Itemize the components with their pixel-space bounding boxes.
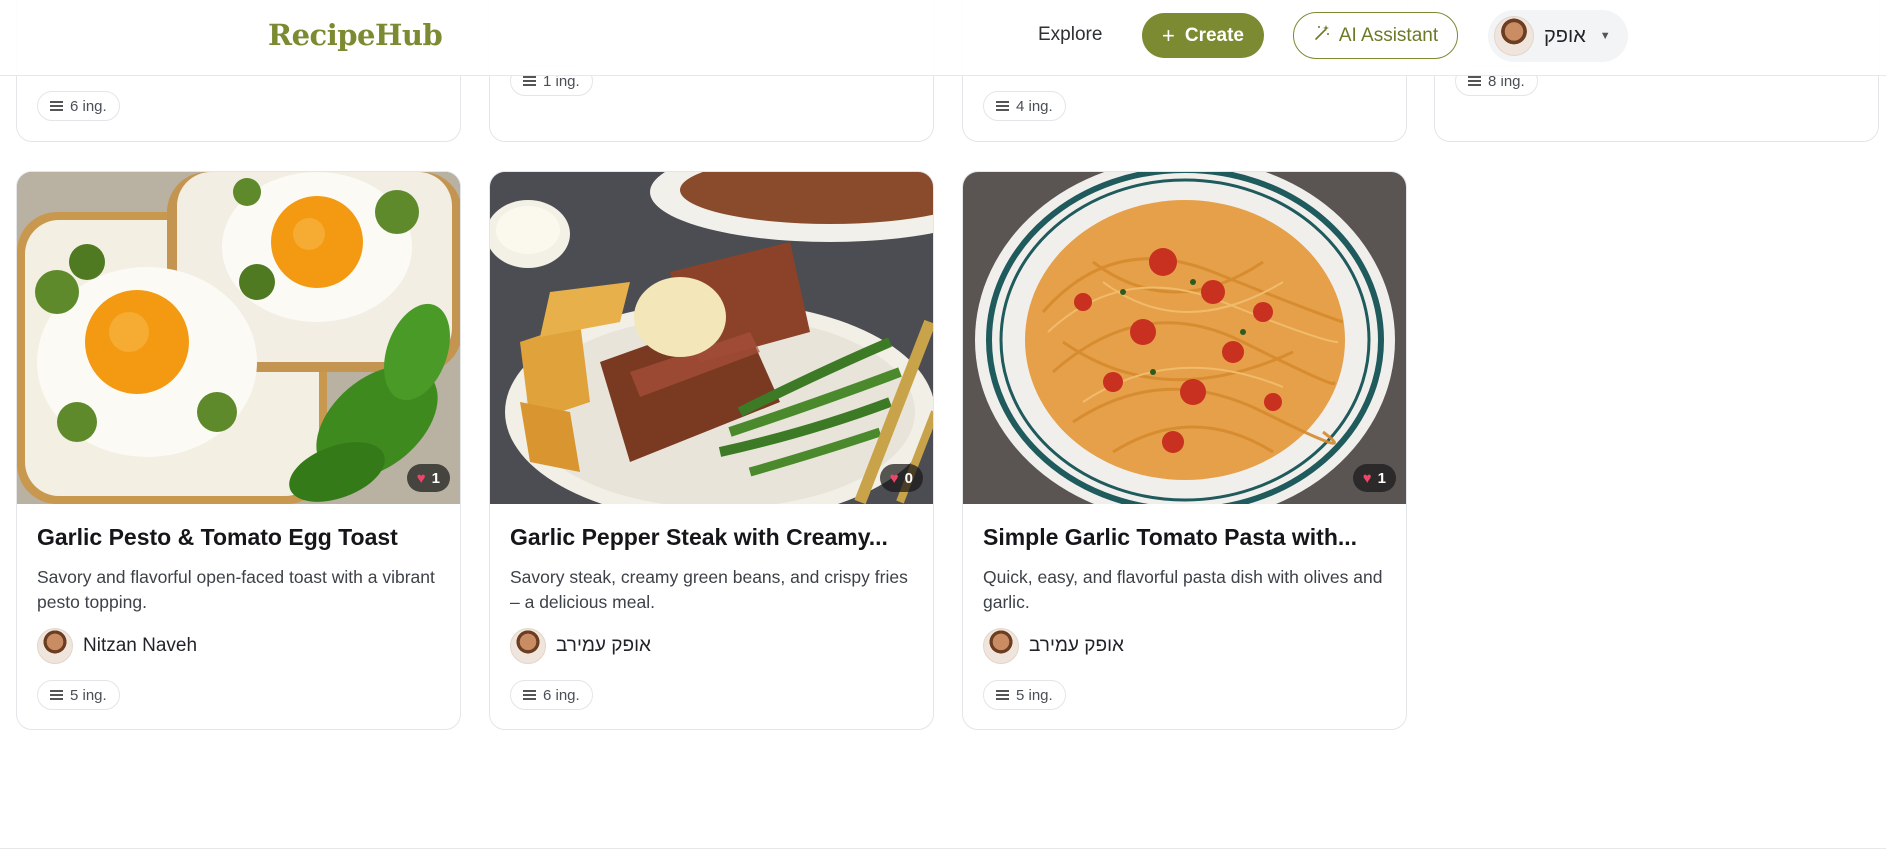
list-icon	[996, 101, 1009, 111]
ingredient-count: 4 ing.	[1016, 97, 1053, 115]
likes-badge[interactable]: ♥ 1	[1352, 464, 1396, 492]
create-button[interactable]: + Create	[1142, 13, 1264, 58]
ai-assistant-label: AI Assistant	[1338, 24, 1439, 46]
recipe-card[interactable]: ♥ 1 Garlic Pesto & Tomato Egg Toast Savo…	[16, 171, 461, 730]
plus-icon: +	[1161, 22, 1175, 48]
recipe-title[interactable]: Garlic Pepper Steak with Creamy...	[510, 524, 917, 551]
user-menu[interactable]: אופק ▼	[1488, 10, 1628, 62]
likes-count: 0	[904, 469, 913, 487]
likes-count: 1	[1377, 469, 1386, 487]
recipe-author[interactable]: Nitzan Naveh	[37, 628, 197, 664]
list-icon	[50, 101, 63, 111]
list-icon	[523, 690, 536, 700]
logo[interactable]: RecipeHub	[268, 18, 443, 52]
recipe-author[interactable]: אופק עמירב	[983, 628, 1124, 664]
recipe-image: ♥ 1	[17, 172, 460, 504]
ingredient-count: 5 ing.	[1016, 686, 1053, 704]
recipe-image: ♥ 0	[490, 172, 933, 504]
recipe-card[interactable]: ♥ 1 Simple Garlic Tomato Pasta with... Q…	[962, 171, 1407, 730]
avatar	[1494, 16, 1534, 56]
list-icon	[523, 76, 536, 86]
list-icon	[50, 690, 63, 700]
ingredient-count-badge: 6 ing.	[510, 680, 593, 710]
ingredient-count-badge: 6 ing.	[37, 91, 120, 121]
avatar	[37, 628, 73, 664]
recipe-title[interactable]: Simple Garlic Tomato Pasta with...	[983, 524, 1390, 551]
list-icon	[996, 690, 1009, 700]
heart-icon: ♥	[416, 469, 426, 487]
author-name: Nitzan Naveh	[83, 635, 198, 656]
ingredient-count-badge: 5 ing.	[37, 680, 120, 710]
sparkle-icon	[1313, 24, 1331, 48]
top-navigation-bar: RecipeHub Explore + Create AI Assistant …	[0, 0, 1886, 76]
user-name: אופק	[1544, 24, 1586, 47]
heart-icon: ♥	[1362, 469, 1372, 487]
recipe-author[interactable]: אופק עמירב	[510, 628, 651, 664]
likes-count: 1	[431, 469, 440, 487]
caret-down-icon: ▼	[1599, 30, 1611, 42]
ai-assistant-button[interactable]: AI Assistant	[1293, 12, 1458, 59]
create-button-label: Create	[1184, 24, 1244, 46]
ingredient-count: 6 ing.	[543, 686, 580, 704]
likes-badge[interactable]: ♥ 1	[406, 464, 450, 492]
recipe-description: Quick, easy, and flavorful pasta dish wi…	[983, 567, 1383, 612]
ingredient-count: 6 ing.	[70, 97, 107, 115]
recipe-card[interactable]: ♥ 0 Garlic Pepper Steak with Creamy... S…	[489, 171, 934, 730]
author-name: אופק עמירב	[556, 635, 651, 656]
ingredient-count-badge: 5 ing.	[983, 680, 1066, 710]
recipe-description: Savory steak, creamy green beans, and cr…	[510, 567, 908, 612]
nav-explore-link[interactable]: Explore	[1038, 24, 1102, 46]
footer-divider	[0, 848, 1886, 849]
recipe-description: Savory and flavorful open-faced toast wi…	[37, 567, 435, 612]
ingredient-count-badge: 4 ing.	[983, 91, 1066, 121]
recipe-image: ♥ 1	[963, 172, 1406, 504]
likes-badge[interactable]: ♥ 0	[879, 464, 923, 492]
list-icon	[1468, 76, 1481, 86]
heart-icon: ♥	[889, 469, 899, 487]
author-name: אופק עמירב	[1029, 635, 1124, 656]
ingredient-count: 5 ing.	[70, 686, 107, 704]
recipe-title[interactable]: Garlic Pesto & Tomato Egg Toast	[37, 524, 444, 551]
avatar	[510, 628, 546, 664]
avatar	[983, 628, 1019, 664]
